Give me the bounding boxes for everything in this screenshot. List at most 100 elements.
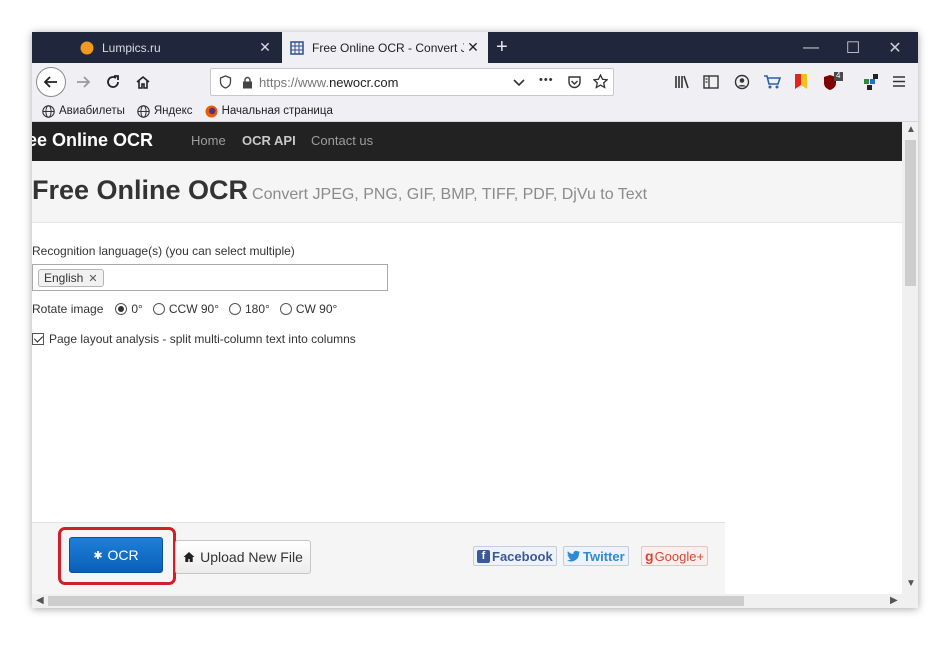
tab-title: Free Online OCR - Convert JPEG xyxy=(312,40,464,55)
rotate-ccw90[interactable]: CCW 90° xyxy=(152,302,219,316)
tab-bar: Lumpics.ru ✕ Free Online OCR - Convert J… xyxy=(32,32,918,63)
home-button[interactable] xyxy=(128,67,158,97)
vertical-scroll-thumb[interactable] xyxy=(905,140,916,286)
page-content: ee Online OCR Home OCR API Contact us Fr… xyxy=(32,122,902,594)
home-icon xyxy=(183,552,195,562)
ublock-icon[interactable] xyxy=(822,72,844,92)
upload-button-label: Upload New File xyxy=(200,549,303,565)
radio-cw90[interactable] xyxy=(279,303,292,315)
url-text[interactable]: https://www.newocr.com xyxy=(259,75,398,90)
radio-ccw90[interactable] xyxy=(152,303,165,315)
rotate-0[interactable]: 0° xyxy=(115,302,143,316)
nav-home[interactable]: Home xyxy=(191,133,226,148)
forward-button[interactable] xyxy=(68,67,98,97)
globe-icon xyxy=(137,104,150,118)
library-icon[interactable] xyxy=(674,75,690,89)
rotate-ccw90-label: CCW 90° xyxy=(168,302,219,316)
close-window-button[interactable]: ✕ xyxy=(872,32,918,63)
site-brand[interactable]: ee Online OCR xyxy=(32,130,153,151)
vertical-scrollbar[interactable]: ▲ ▼ xyxy=(902,122,918,594)
bookmark-label: Яндекс xyxy=(153,105,193,117)
hamburger-menu-icon[interactable] xyxy=(892,75,906,88)
pocket-icon[interactable] xyxy=(567,75,582,90)
account-icon[interactable] xyxy=(734,74,750,90)
bookmark-aviabilety[interactable]: Авиабилеты xyxy=(42,104,125,118)
scroll-right-icon[interactable]: ▶ xyxy=(890,595,898,606)
home-icon xyxy=(136,75,150,89)
tab-title: Lumpics.ru xyxy=(102,40,161,55)
twitter-share-button[interactable]: Twitter xyxy=(563,546,629,566)
cart-icon[interactable] xyxy=(763,74,781,90)
rotate-cw90[interactable]: CW 90° xyxy=(279,302,338,316)
language-label: Recognition language(s) (you can select … xyxy=(32,244,295,258)
scroll-up-icon[interactable]: ▲ xyxy=(906,124,916,135)
tab-close-icon[interactable]: ✕ xyxy=(256,39,274,56)
rotate-label: Rotate image xyxy=(32,302,104,316)
shield-icon xyxy=(219,75,232,89)
nav-ocr-api[interactable]: OCR API xyxy=(242,133,296,148)
bookmark-label: Авиабилеты xyxy=(59,105,125,117)
page-title: Free Online OCR Convert JPEG, PNG, GIF, B… xyxy=(32,175,647,206)
horizontal-scrollbar[interactable]: ◀ ▶ xyxy=(32,594,918,608)
bookmark-yandex[interactable]: Яндекс xyxy=(137,104,193,118)
scroll-left-icon[interactable]: ◀ xyxy=(36,595,44,606)
grid-icon xyxy=(290,40,304,55)
radio-180[interactable] xyxy=(229,303,241,315)
bookmarks-toolbar: Авиабилеты Яндекс Начальная страница xyxy=(32,101,918,122)
ocr-button-label: OCR xyxy=(107,547,139,563)
sidebar-icon[interactable] xyxy=(703,75,719,89)
back-button[interactable] xyxy=(36,67,66,97)
scroll-down-icon[interactable]: ▼ xyxy=(906,578,916,589)
facebook-share-button[interactable]: f Facebook xyxy=(473,546,557,566)
url-bar[interactable]: https://www.newocr.com ••• xyxy=(210,68,614,96)
hero-header: Free Online OCR Convert JPEG, PNG, GIF, B… xyxy=(32,161,902,223)
twitter-label: Twitter xyxy=(583,548,625,564)
extensions-icon[interactable] xyxy=(863,74,879,90)
google-plus-share-button[interactable]: g Google+ xyxy=(641,546,709,566)
bookmark-star-icon[interactable] xyxy=(593,74,608,89)
nav-contact-us[interactable]: Contact us xyxy=(311,133,373,148)
new-tab-button[interactable]: + xyxy=(496,35,508,59)
facebook-label: Facebook xyxy=(492,548,553,564)
minimize-button[interactable]: — xyxy=(788,32,834,63)
language-select[interactable]: English ✕ xyxy=(32,264,388,291)
tab-newocr[interactable]: Free Online OCR - Convert JPEG ✕ xyxy=(282,32,488,63)
url-scheme: https://www. xyxy=(259,74,330,90)
tab-close-icon[interactable]: ✕ xyxy=(464,39,482,56)
layout-analysis-option[interactable]: Page layout analysis - split multi-colum… xyxy=(32,332,356,346)
chevron-down-icon[interactable] xyxy=(513,78,525,88)
rotate-180[interactable]: 180° xyxy=(229,302,270,316)
language-chip-label: English xyxy=(44,271,84,285)
horizontal-scroll-thumb[interactable] xyxy=(48,596,744,606)
reload-icon xyxy=(107,75,119,88)
upload-new-file-button[interactable]: Upload New File xyxy=(175,540,311,574)
layout-analysis-checkbox[interactable] xyxy=(32,333,44,345)
google-plus-label: Google+ xyxy=(654,548,705,564)
rotate-0-label: 0° xyxy=(131,302,143,316)
back-arrow-icon xyxy=(43,76,57,88)
reload-button[interactable] xyxy=(98,67,128,97)
flag-icon[interactable] xyxy=(793,73,809,90)
bookmark-start-page[interactable]: Начальная страница xyxy=(205,105,333,118)
rotate-cw90-label: CW 90° xyxy=(295,302,338,316)
tab-lumpics[interactable]: Lumpics.ru ✕ xyxy=(70,32,280,63)
facebook-icon: f xyxy=(477,549,490,563)
forward-arrow-icon xyxy=(77,76,91,88)
ocr-button[interactable]: ✱ OCR xyxy=(69,537,163,573)
url-host: newocr.com xyxy=(329,74,399,90)
gear-icon: ✱ xyxy=(93,549,103,562)
layout-analysis-label: Page layout analysis - split multi-colum… xyxy=(49,332,356,346)
page-title-text: Free Online OCR xyxy=(32,175,249,205)
navigation-toolbar: https://www.newocr.com ••• 4 xyxy=(32,63,918,101)
bookmark-label: Начальная страница xyxy=(221,105,333,117)
more-actions-icon[interactable]: ••• xyxy=(539,74,554,86)
firefox-icon xyxy=(205,105,218,117)
remove-language-icon[interactable]: ✕ xyxy=(88,272,97,285)
twitter-bird-icon xyxy=(567,550,580,562)
language-chip: English ✕ xyxy=(38,269,104,287)
orange-circle-icon xyxy=(80,41,94,54)
ublock-badge: 4 xyxy=(836,71,841,80)
radio-0-selected[interactable] xyxy=(115,303,128,315)
maximize-button[interactable]: ☐ xyxy=(830,32,876,63)
google-plus-icon: g xyxy=(645,548,654,564)
